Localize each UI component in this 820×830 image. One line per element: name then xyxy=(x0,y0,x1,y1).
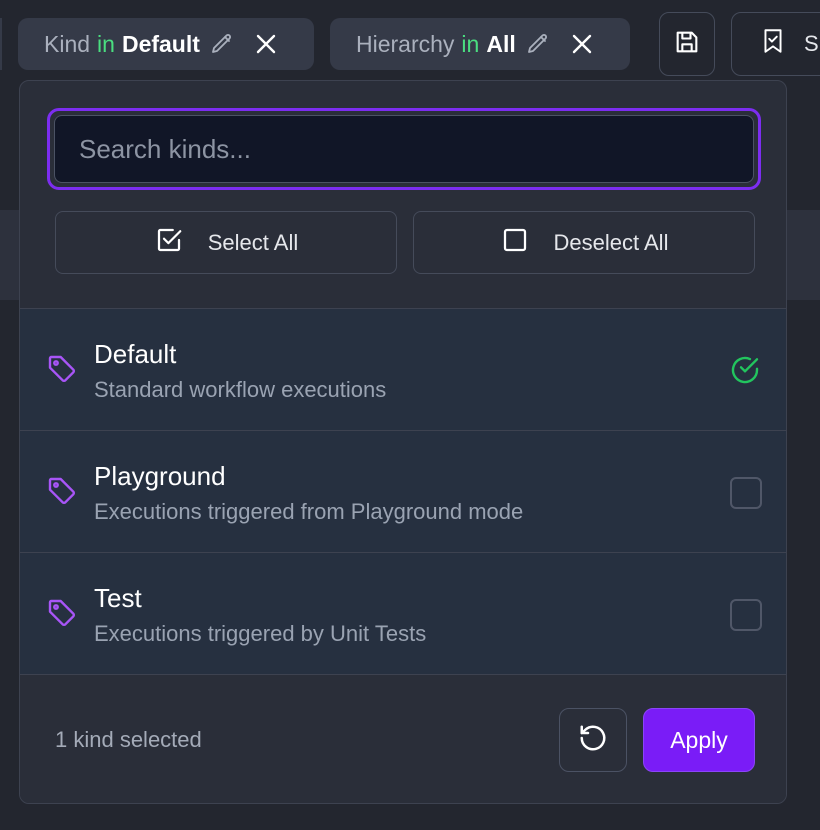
reset-icon xyxy=(578,723,608,758)
kind-description: Standard workflow executions xyxy=(94,377,387,402)
check-circle-icon[interactable] xyxy=(729,354,761,386)
kind-option-test[interactable]: Test Executions triggered by Unit Tests xyxy=(20,552,786,674)
selection-count: 1 kind selected xyxy=(55,727,202,752)
filter-chip-hierarchy[interactable]: Hierarchy in All xyxy=(330,18,630,70)
kind-option-default[interactable]: Default Standard workflow executions xyxy=(20,308,786,430)
checked-box-icon xyxy=(154,225,184,261)
kind-option-playground[interactable]: Playground Executions triggered from Pla… xyxy=(20,430,786,552)
chip-value: Default xyxy=(121,30,200,57)
kind-description: Executions triggered by Unit Tests xyxy=(94,621,427,646)
chip-value: All xyxy=(486,30,516,57)
search-kinds-input[interactable] xyxy=(54,115,754,183)
tag-icon xyxy=(46,353,78,385)
kind-filter-dropdown: Select All Deselect All Default Standard… xyxy=(19,80,787,804)
reset-button[interactable] xyxy=(559,708,627,772)
tag-icon xyxy=(46,475,78,507)
kind-checkbox[interactable] xyxy=(730,477,762,509)
pencil-icon[interactable] xyxy=(526,32,550,56)
chip-stub xyxy=(0,18,2,70)
chip-operator: in xyxy=(461,30,480,57)
chip-operator: in xyxy=(97,30,115,57)
pencil-icon[interactable] xyxy=(210,32,234,56)
deselect-all-label: Deselect All xyxy=(553,229,669,255)
kind-title: Playground xyxy=(94,461,226,491)
apply-button[interactable]: Apply xyxy=(643,708,755,772)
saved-views-button[interactable]: S xyxy=(731,12,820,76)
chip-field-label: Hierarchy xyxy=(356,30,455,57)
close-icon[interactable] xyxy=(254,32,278,56)
filter-chip-kind[interactable]: Kind in Default xyxy=(18,18,314,70)
deselect-all-button[interactable]: Deselect All xyxy=(413,211,755,274)
kind-title: Default xyxy=(94,339,177,369)
save-button[interactable] xyxy=(659,12,715,76)
bookmark-check-icon xyxy=(760,27,786,61)
select-all-button[interactable]: Select All xyxy=(55,211,397,274)
close-icon[interactable] xyxy=(570,32,594,56)
select-all-label: Select All xyxy=(207,229,299,255)
empty-box-icon xyxy=(500,225,530,261)
tag-icon xyxy=(46,597,78,629)
saved-views-label: S xyxy=(804,31,819,56)
kind-description: Executions triggered from Playground mod… xyxy=(94,499,524,524)
kind-list: Default Standard workflow executions Pla… xyxy=(20,308,786,674)
kind-checkbox[interactable] xyxy=(730,599,762,631)
dropdown-footer: 1 kind selected Apply xyxy=(20,674,786,803)
app-stage: Kind in Default Hierarchy in All S Searc… xyxy=(0,0,820,830)
chip-field-label: Kind xyxy=(44,30,91,57)
save-icon xyxy=(673,28,701,61)
kind-title: Test xyxy=(94,583,142,613)
search-focus-ring xyxy=(47,108,761,190)
